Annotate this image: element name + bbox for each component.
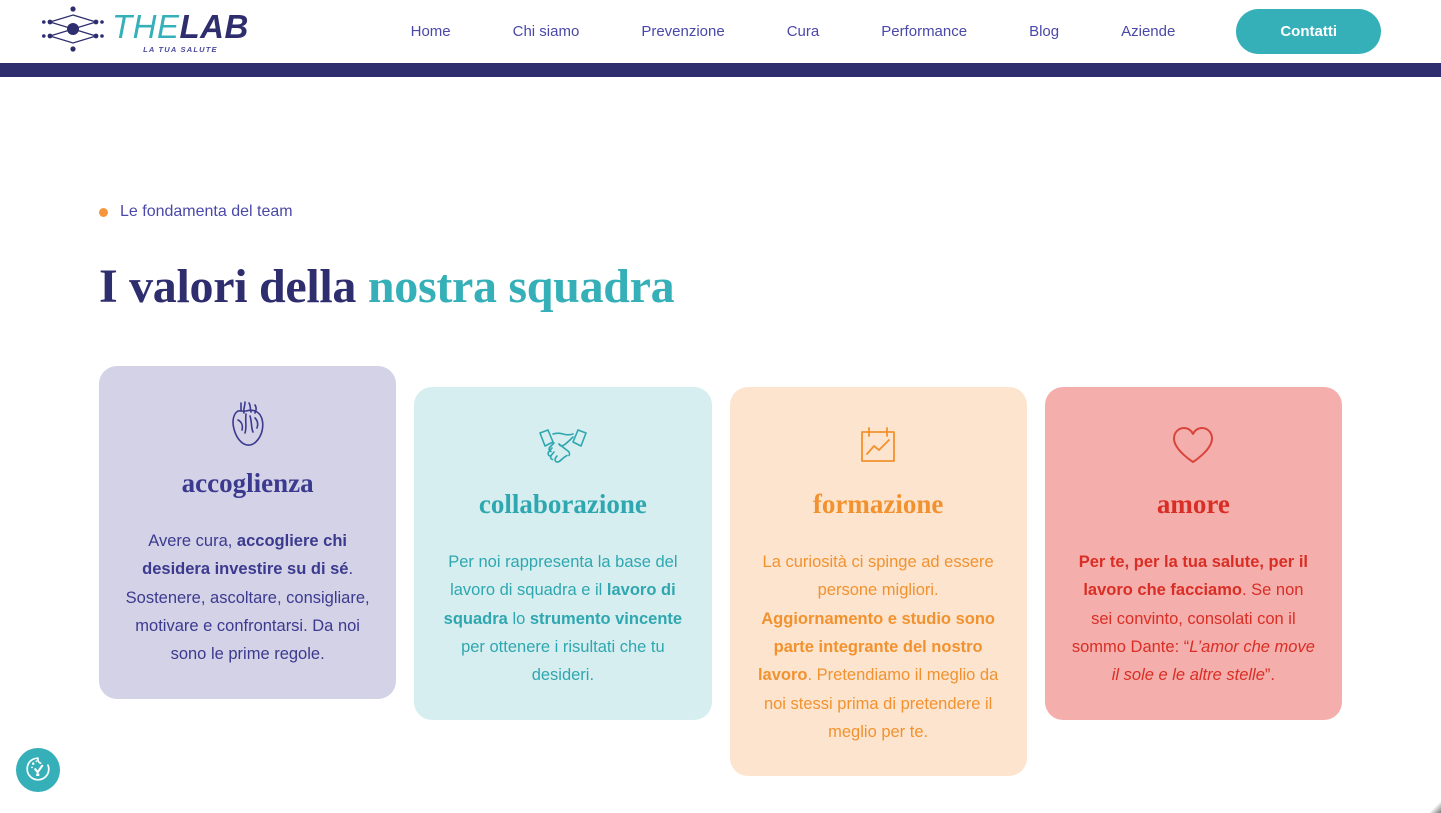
value-card-title: amore: [1156, 488, 1230, 519]
main-navigation: Home Chi siamo Prevenzione Cura Performa…: [380, 9, 1381, 54]
value-card-title: formazione: [812, 488, 944, 519]
section-eyebrow-label: Le fondamenta del team: [120, 203, 293, 220]
page-title: I valori della nostra squadra: [99, 260, 1342, 314]
nav-item-prevenzione[interactable]: Prevenzione: [610, 23, 755, 40]
section-eyebrow: Le fondamenta del team: [99, 203, 1342, 221]
nav-item-cura[interactable]: Cura: [756, 23, 851, 40]
page-title-primary: I valori della: [99, 260, 368, 313]
value-card-formazione: formazione La curiosità ci spinge ad ess…: [729, 386, 1027, 777]
value-card-body: Per te, per la tua salute, per il lavoro…: [1071, 552, 1315, 685]
nav-item-performance[interactable]: Performance: [850, 23, 998, 40]
page-title-accent: nostra squadra: [367, 260, 675, 313]
handshake-icon: [440, 421, 685, 469]
scrollbar-corner[interactable]: [1427, 799, 1441, 813]
heart-outline-icon: [1071, 421, 1316, 469]
value-card-title: accoglienza: [181, 467, 314, 498]
values-section: Le fondamenta del team I valori della no…: [0, 203, 1441, 777]
nav-item-home[interactable]: Home: [380, 23, 482, 40]
site-logo[interactable]: THE LAB LA TUA SALUTE: [42, 5, 249, 58]
value-card-collaborazione: collaborazione Per noi rappresenta la ba…: [414, 386, 712, 720]
value-card-body: Per noi rappresenta la base del lavoro d…: [443, 552, 683, 685]
logo-wordmark: THE LAB LA TUA SALUTE: [112, 10, 249, 54]
logo-the-text: THE: [112, 7, 180, 45]
header-accent-bar: [0, 63, 1441, 77]
value-card-body: La curiosità ci spinge ad essere persone…: [757, 552, 999, 742]
nav-item-blog[interactable]: Blog: [998, 23, 1090, 40]
contatti-button[interactable]: Contatti: [1236, 9, 1381, 54]
nav-item-aziende[interactable]: Aziende: [1090, 23, 1206, 40]
anatomical-heart-icon: [125, 400, 370, 448]
value-card-amore: amore Per te, per la tua salute, per il …: [1044, 386, 1342, 720]
bullet-dot-icon: [99, 207, 108, 217]
value-card-accoglienza: accoglienza Avere cura, accogliere chi d…: [99, 365, 397, 699]
accessibility-widget-button[interactable]: [16, 748, 60, 792]
logo-tagline: LA TUA SALUTE: [143, 44, 218, 54]
site-header: THE LAB LA TUA SALUTE Home Chi siamo Prev…: [0, 0, 1441, 63]
accessibility-cookie-check-icon: [25, 756, 51, 785]
network-nodes-icon: [42, 5, 104, 58]
value-card-title: collaborazione: [478, 488, 647, 519]
values-card-list: accoglienza Avere cura, accogliere chi d…: [99, 365, 1342, 777]
logo-lab-text: LAB: [179, 7, 249, 45]
nav-item-chi-siamo[interactable]: Chi siamo: [482, 23, 611, 40]
chart-clipboard-icon: [756, 421, 1001, 469]
value-card-body: Avere cura, accogliere chi desidera inve…: [125, 531, 370, 664]
